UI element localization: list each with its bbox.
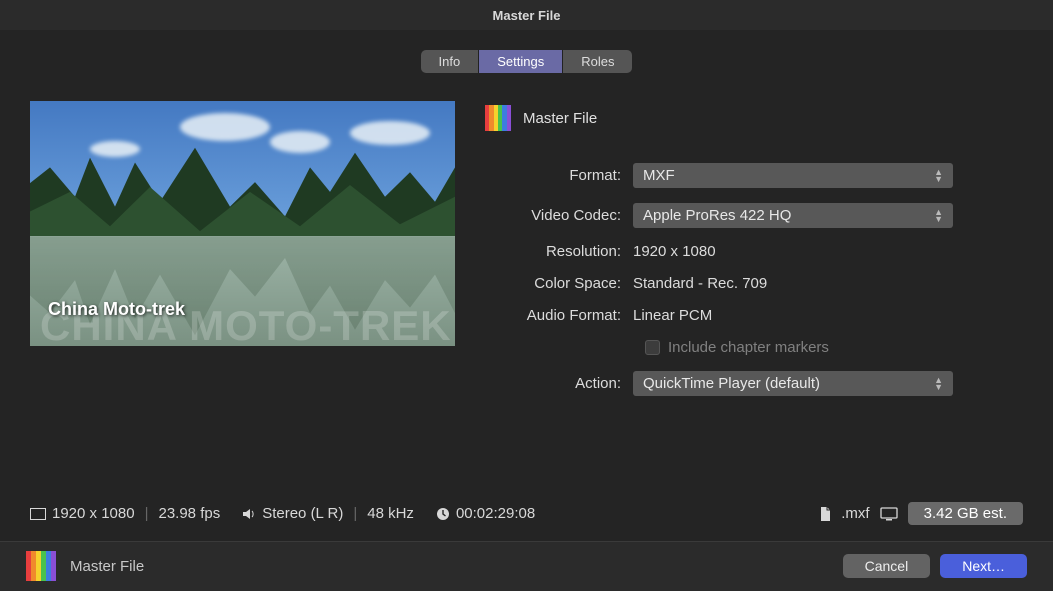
footer-buttons: Cancel Next…	[843, 554, 1027, 578]
window-titlebar: Master File	[0, 0, 1053, 30]
video-codec-label: Video Codec:	[485, 207, 633, 224]
settings-header: Master File	[485, 105, 1023, 131]
resolution-label: Resolution:	[485, 243, 633, 260]
master-file-icon	[26, 551, 56, 581]
footer-left: Master File	[26, 551, 144, 581]
status-resolution: 1920 x 1080	[52, 505, 135, 522]
chevron-updown-icon: ▲▼	[934, 377, 943, 391]
row-format: Format: MXF ▲▼	[485, 163, 1023, 188]
status-audio: Stereo (L R)	[262, 505, 343, 522]
preview-caption: China Moto-trek	[48, 299, 185, 320]
content-area: Info Settings Roles CHINA	[0, 30, 1053, 541]
action-dropdown[interactable]: QuickTime Player (default) ▲▼	[633, 371, 953, 396]
action-value: QuickTime Player (default)	[643, 375, 820, 392]
chevron-updown-icon: ▲▼	[934, 169, 943, 183]
status-khz: 48 kHz	[367, 505, 414, 522]
row-audio-format: Audio Format: Linear PCM	[485, 307, 1023, 324]
status-left: 1920 x 1080 | 23.98 fps Stereo (L R) | 4…	[30, 505, 535, 522]
audio-format-value: Linear PCM	[633, 307, 712, 324]
tab-settings[interactable]: Settings	[479, 50, 563, 73]
row-resolution: Resolution: 1920 x 1080	[485, 243, 1023, 260]
tabs-container: Info Settings Roles	[30, 50, 1023, 73]
format-label: Format:	[485, 167, 633, 184]
speaker-icon	[242, 508, 256, 520]
main-row: CHINA MOTO-TREK China Moto-trek Master F…	[30, 101, 1023, 496]
tab-info[interactable]: Info	[421, 50, 480, 73]
window-title: Master File	[493, 8, 561, 23]
cancel-button[interactable]: Cancel	[843, 554, 931, 578]
color-space-label: Color Space:	[485, 275, 633, 292]
row-chapter-markers: Include chapter markers	[645, 339, 1023, 356]
display-icon	[880, 507, 898, 521]
audio-format-label: Audio Format:	[485, 307, 633, 324]
next-button[interactable]: Next…	[940, 554, 1027, 578]
status-bar: 1920 x 1080 | 23.98 fps Stereo (L R) | 4…	[30, 496, 1023, 531]
row-video-codec: Video Codec: Apple ProRes 422 HQ ▲▼	[485, 203, 1023, 228]
chapter-markers-label: Include chapter markers	[668, 339, 829, 356]
action-label: Action:	[485, 375, 633, 392]
color-space-value: Standard - Rec. 709	[633, 275, 767, 292]
format-dropdown[interactable]: MXF ▲▼	[633, 163, 953, 188]
status-ext: .mxf	[841, 505, 869, 522]
row-action: Action: QuickTime Player (default) ▲▼	[485, 371, 1023, 396]
status-fps: 23.98 fps	[158, 505, 220, 522]
chapter-markers-checkbox[interactable]	[645, 340, 660, 355]
file-icon	[820, 507, 831, 521]
video-codec-value: Apple ProRes 422 HQ	[643, 207, 791, 224]
format-value: MXF	[643, 167, 675, 184]
frame-size-icon	[30, 508, 46, 520]
footer-title: Master File	[70, 558, 144, 575]
clock-icon	[436, 507, 450, 521]
panel-title: Master File	[523, 110, 597, 127]
video-preview: CHINA MOTO-TREK China Moto-trek	[30, 101, 455, 346]
status-timecode: 00:02:29:08	[456, 505, 535, 522]
master-file-icon	[485, 105, 511, 131]
video-codec-dropdown[interactable]: Apple ProRes 422 HQ ▲▼	[633, 203, 953, 228]
resolution-value: 1920 x 1080	[633, 243, 716, 260]
status-right: .mxf 3.42 GB est.	[820, 502, 1023, 525]
settings-column: Master File Format: MXF ▲▼ Video Codec: …	[485, 101, 1023, 496]
chevron-updown-icon: ▲▼	[934, 209, 943, 223]
tabs: Info Settings Roles	[421, 50, 633, 73]
row-color-space: Color Space: Standard - Rec. 709	[485, 275, 1023, 292]
footer: Master File Cancel Next…	[0, 541, 1053, 591]
status-size-badge: 3.42 GB est.	[908, 502, 1023, 525]
tab-roles[interactable]: Roles	[563, 50, 632, 73]
